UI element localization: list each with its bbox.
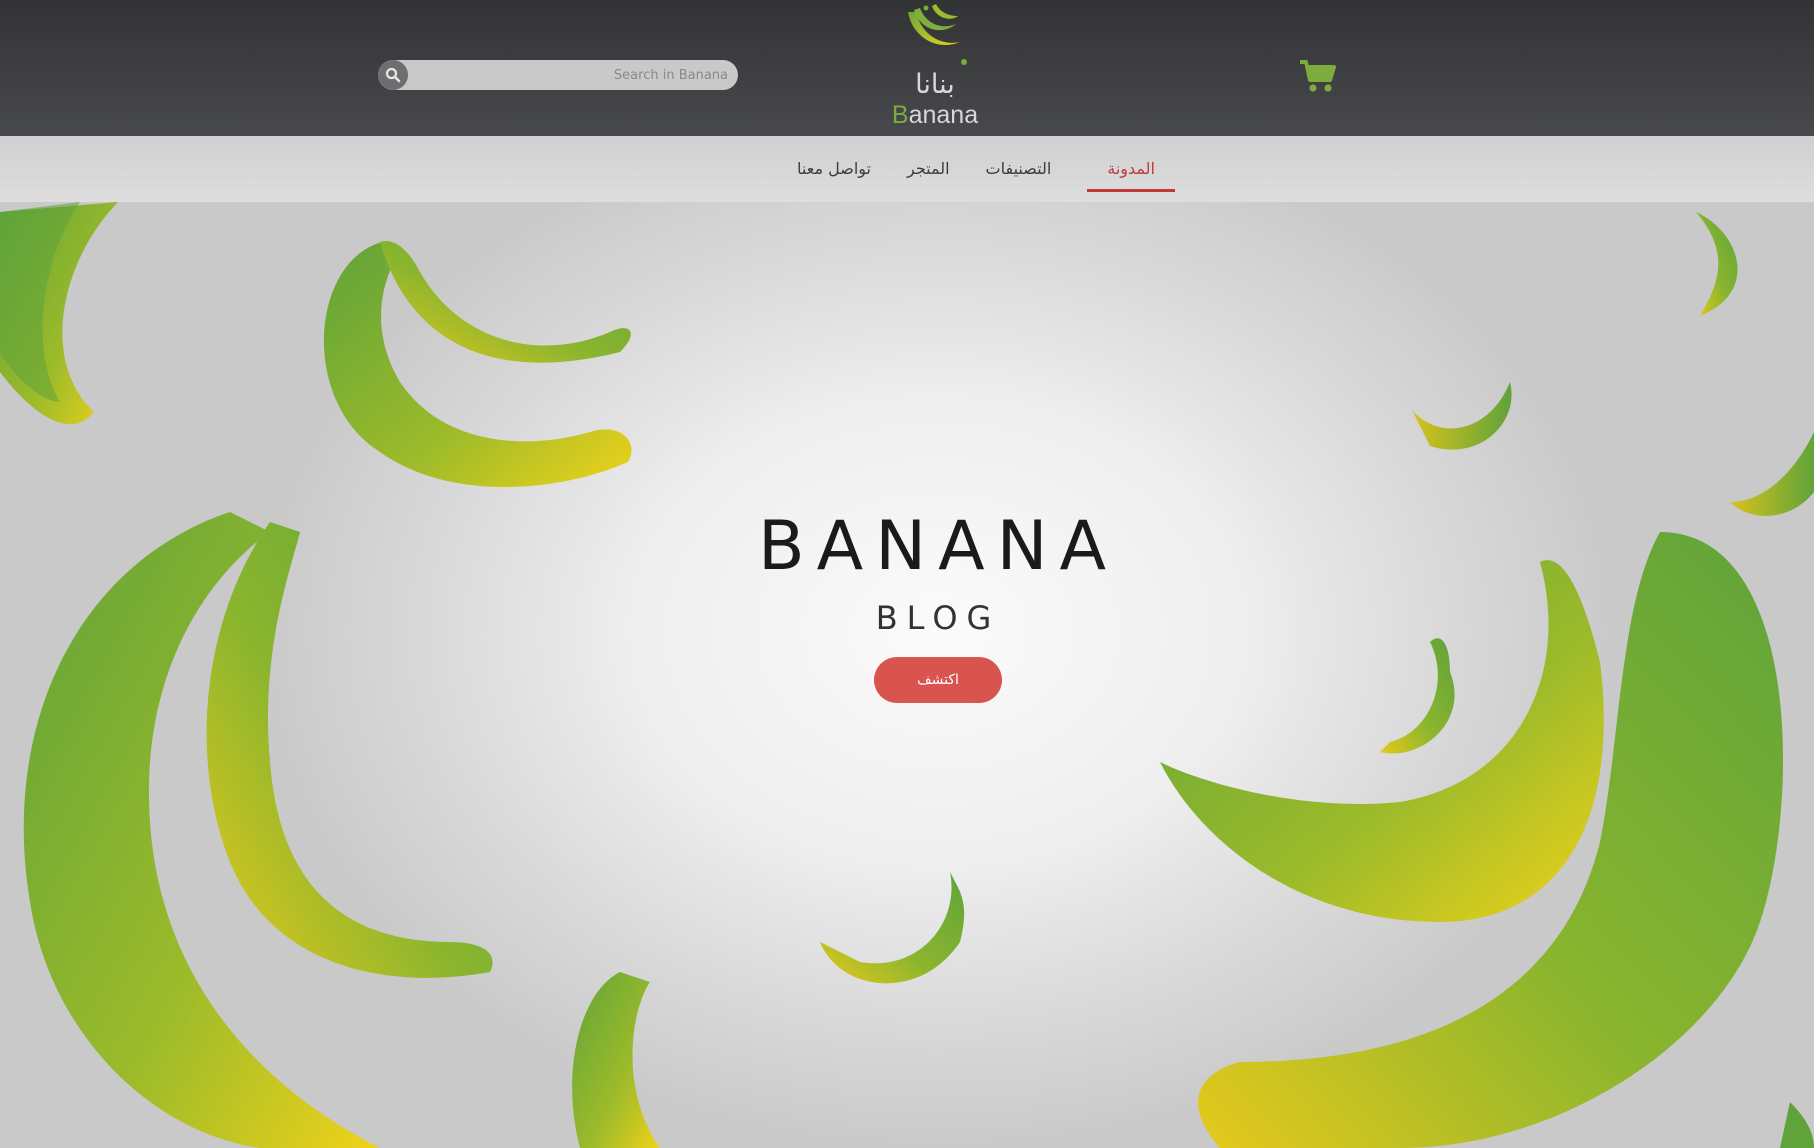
discover-button[interactable]: اكتشف: [874, 657, 1002, 703]
banana-logo-icon: [908, 4, 967, 65]
logo-rest: anana: [908, 101, 979, 129]
nav-item-categories[interactable]: التصنيفات: [986, 136, 1052, 202]
logo-initial: B: [891, 101, 909, 129]
logo-arabic-text: بنانا: [915, 69, 955, 100]
nav-item-contact[interactable]: تواصل معنا: [797, 136, 871, 202]
site-header: بنانا Banana: [0, 0, 1814, 136]
nav-item-blog[interactable]: المدونة: [1087, 136, 1175, 202]
hero-title: BANANA: [758, 507, 1118, 586]
nav-items: المدونة التصنيفات المتجر تواصل معنا: [725, 136, 1175, 202]
logo-english-text: Banana: [880, 101, 990, 129]
main-nav: المدونة التصنيفات المتجر تواصل معنا: [0, 136, 1814, 202]
search-button[interactable]: [378, 60, 408, 90]
nav-item-store[interactable]: المتجر: [907, 136, 950, 202]
search-input[interactable]: [408, 60, 738, 90]
shopping-cart-icon[interactable]: [1298, 58, 1338, 94]
hero-subtitle: BLOG: [875, 599, 1001, 637]
search-bar: [378, 60, 738, 90]
site-logo[interactable]: بنانا Banana: [880, 2, 990, 130]
search-icon: [385, 67, 401, 83]
hero-banner: BANANA BLOG اكتشف: [0, 202, 1814, 1148]
